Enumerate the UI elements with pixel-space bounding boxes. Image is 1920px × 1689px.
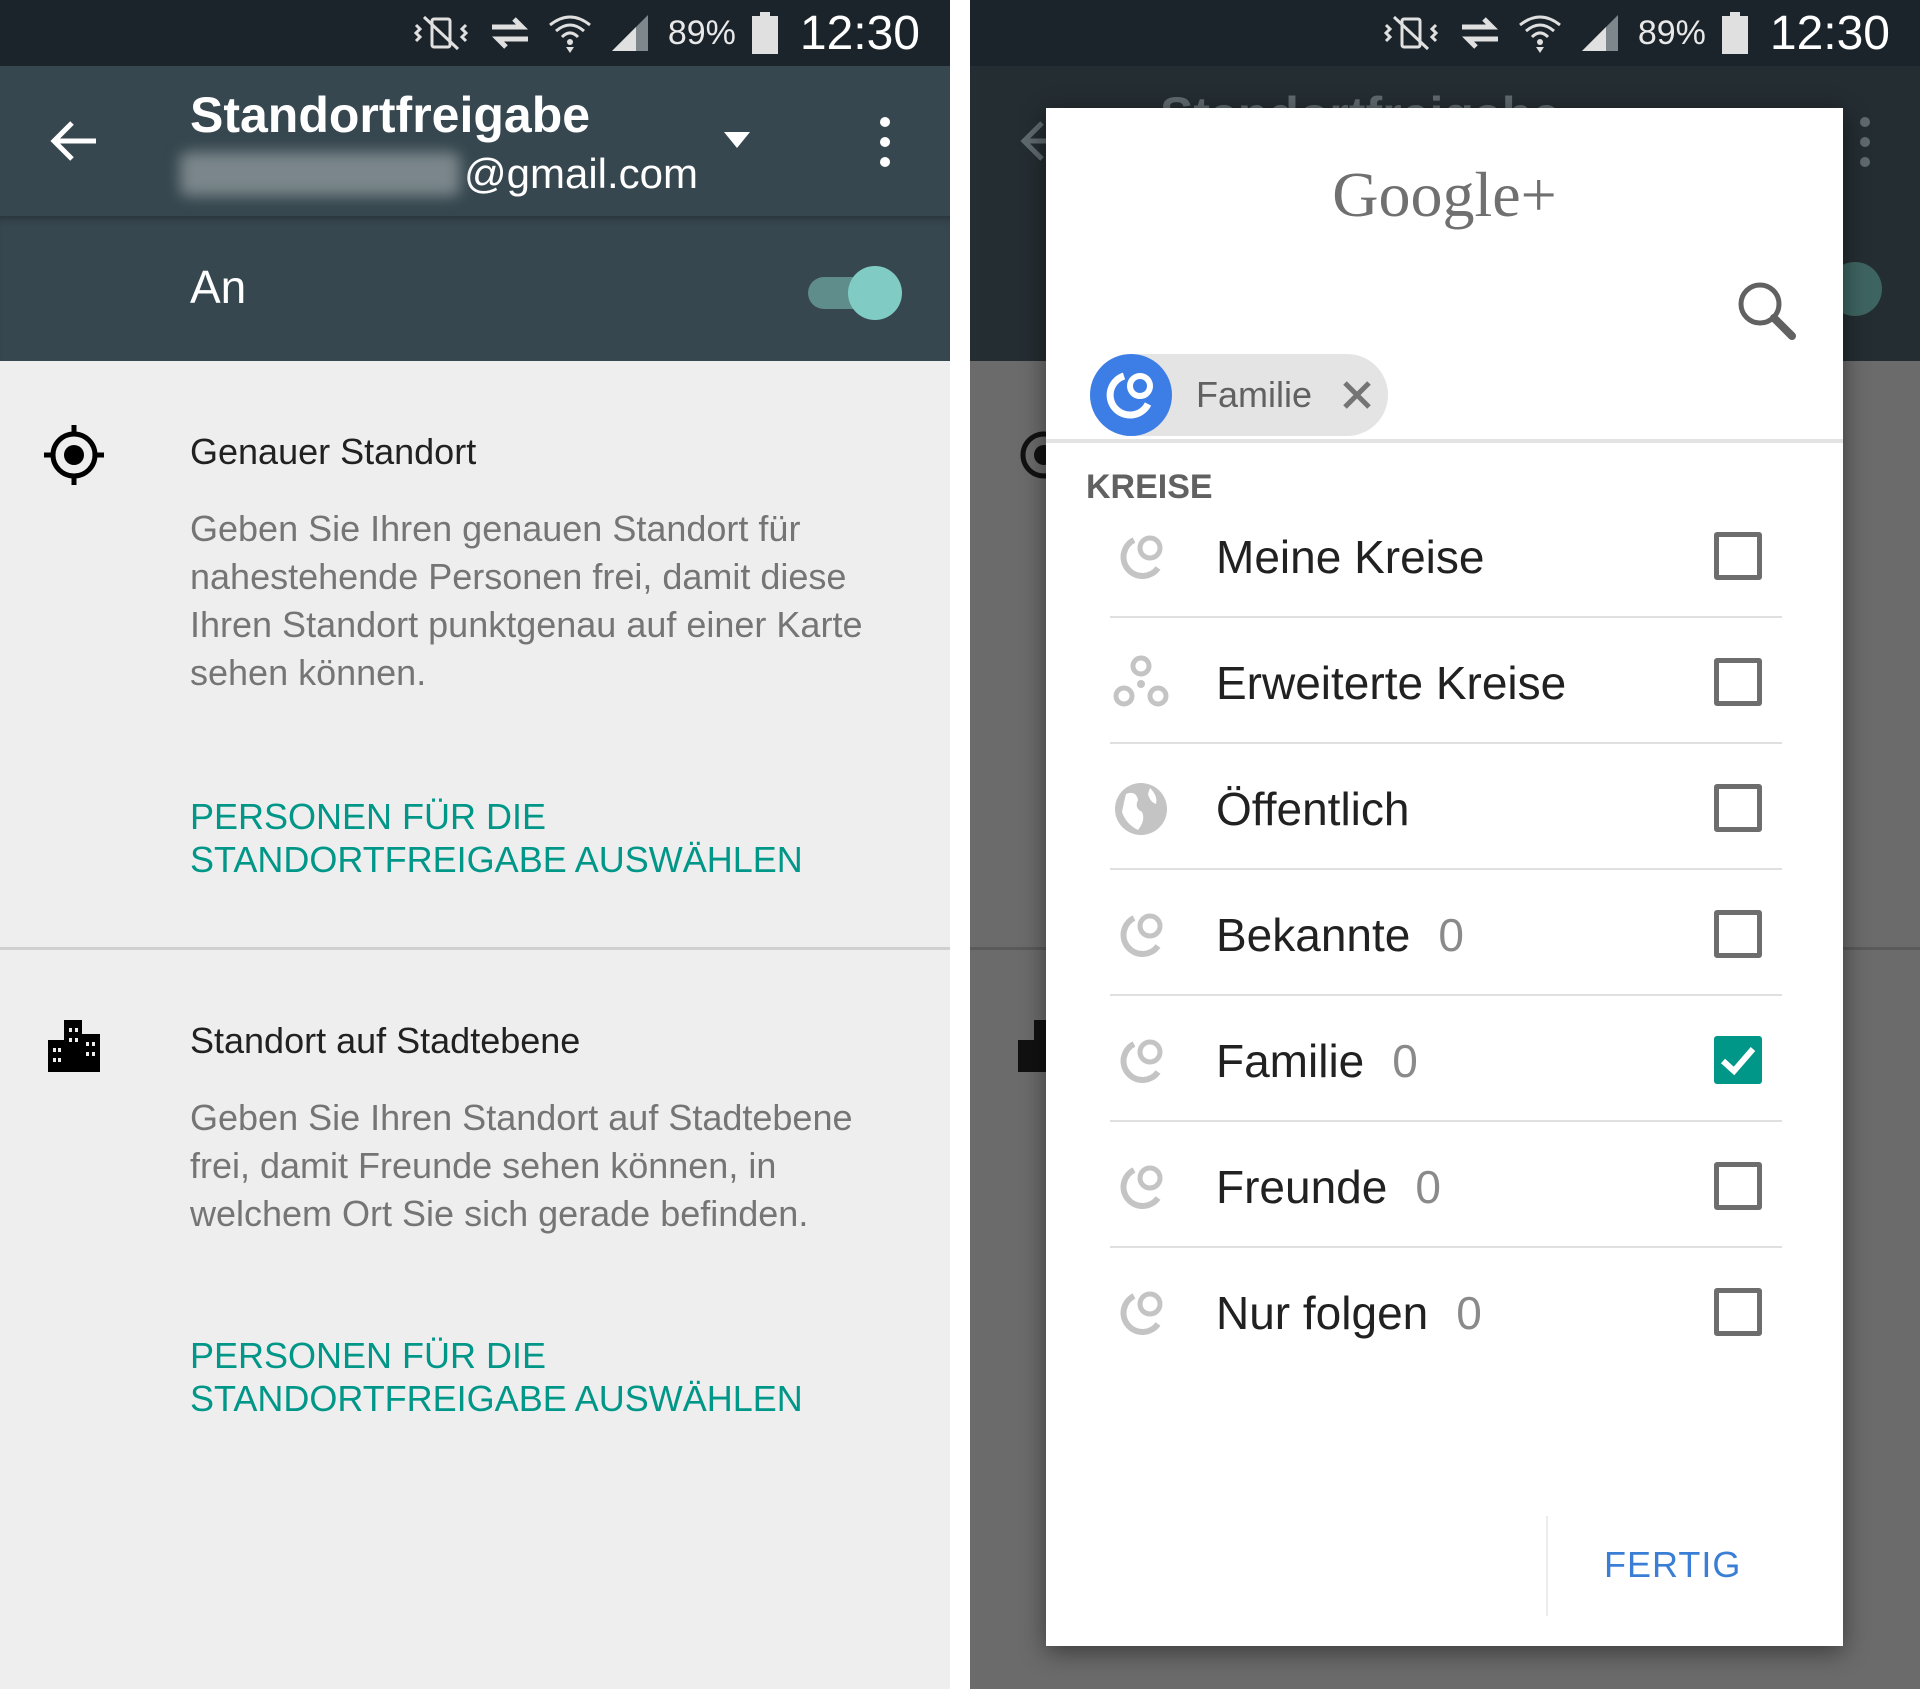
circle-count: 0 [1438,909,1464,961]
section-title: Standort auf Stadtebene [190,1020,581,1061]
select-people-link[interactable]: PERSONEN FÜR DIE STANDORTFREIGABE AUSWÄH… [190,795,910,881]
checkmark-icon [1720,1047,1756,1076]
vibrate-mute-icon [1383,15,1438,51]
circle-label: Öffentlich [1216,782,1437,836]
circle-name: Nur folgen [1216,1287,1429,1339]
circle-item-bekannte[interactable]: Bekannte 0 [1046,870,1843,996]
circle-item-familie[interactable]: Familie 0 [1046,996,1843,1122]
circle-picker-dialog: Google+ Familie KREISE Meine Kreise Erwe… [1046,108,1843,1646]
chip-label: Familie [1196,374,1313,415]
circle-name: Öffentlich [1216,783,1410,835]
overflow-menu-icon[interactable] [870,114,900,170]
circles-icon [1120,1039,1163,1083]
vibrate-mute-icon [413,15,468,51]
status-clock: 12:30 [799,6,920,60]
status-bar: 89% 12:30 [0,0,950,66]
extended-circles-icon [1113,655,1169,707]
done-button[interactable]: FERTIG [1604,1544,1741,1586]
page-title: Standortfreigabe [190,87,591,143]
battery-percentage: 89% [1637,13,1706,52]
battery-icon [751,12,778,54]
circle-checkbox[interactable] [1714,910,1762,958]
signal-icon [1581,15,1618,51]
toggle-thumb [848,266,902,320]
section-description: Geben Sie Ihren Standort auf Stadtebene … [190,1097,853,1234]
close-icon[interactable] [1340,378,1374,412]
globe-icon [1115,783,1167,835]
circle-count: 0 [1415,1161,1441,1213]
overflow-menu-icon [1860,117,1870,167]
location-sharing-toggle[interactable] [808,262,904,320]
account-email[interactable]: @gmail.com [180,150,698,198]
city-buildings-icon [48,1020,100,1072]
email-domain: @gmail.com [464,150,699,197]
circle-label: Freunde 0 [1216,1160,1441,1214]
circle-count: 0 [1392,1035,1418,1087]
circle-name: Freunde [1216,1161,1388,1213]
circle-checkbox[interactable] [1714,1162,1762,1210]
status-bar: 89% 12:30 [970,0,1920,66]
signal-icon [611,15,648,51]
circle-item-erweiterte-kreise[interactable]: Erweiterte Kreise [1046,618,1843,744]
data-transfer-icon [1461,17,1498,49]
circles-icon [1120,535,1163,579]
battery-percentage: 89% [667,13,736,52]
selected-circle-chip[interactable]: Familie [1090,354,1388,436]
app-toolbar: Standortfreigabe @gmail.com [0,66,950,216]
chip-divider [1046,439,1843,443]
circle-label: Nur folgen 0 [1216,1286,1482,1340]
master-switch-bar[interactable]: An [0,216,950,361]
section-description: Geben Sie Ihren genauen Standort für nah… [190,508,863,693]
section-divider [0,947,950,950]
location-sharing-screen: 89% 12:30 Standortfreigabe @gmail.com An [0,0,950,1689]
account-dropdown-icon[interactable] [722,130,752,150]
circle-name: Erweiterte Kreise [1216,657,1567,709]
circle-label: Familie 0 [1216,1034,1418,1088]
circle-label: Erweiterte Kreise [1216,656,1594,710]
circle-picker-screen: 89% 12:30 Standortfreigabe Google+ [970,0,1920,1689]
wifi-icon [1518,15,1561,53]
search-icon[interactable] [1734,278,1798,342]
google-plus-logo: Google+ [1332,159,1557,230]
circle-name: Meine Kreise [1216,531,1485,583]
battery-icon [1721,12,1748,54]
back-arrow-icon[interactable] [46,113,102,169]
switch-label: An [190,261,247,313]
circle-item-nur-folgen[interactable]: Nur folgen 0 [1046,1248,1843,1374]
circles-icon [1120,1165,1163,1209]
circle-item-oeffentlich[interactable]: Öffentlich [1046,744,1843,870]
status-clock: 12:30 [1769,6,1890,60]
circle-item-meine-kreise[interactable]: Meine Kreise [1046,492,1843,618]
data-transfer-icon [491,17,528,49]
wifi-icon [548,15,591,53]
circles-icon [1120,913,1163,957]
select-people-link[interactable]: PERSONEN FÜR DIE STANDORTFREIGABE AUSWÄH… [190,1334,910,1420]
gps-crosshair-icon [44,425,104,485]
circle-label: Meine Kreise [1216,530,1512,584]
circle-item-freunde[interactable]: Freunde 0 [1046,1122,1843,1248]
circle-checkbox[interactable] [1714,1288,1762,1336]
chip-avatar [1090,354,1172,436]
circle-checkbox-checked[interactable] [1714,1036,1762,1084]
circle-count: 0 [1456,1287,1482,1339]
button-separator [1546,1516,1548,1616]
section-title: Genauer Standort [190,431,477,472]
circle-name: Bekannte [1216,909,1411,961]
circle-checkbox[interactable] [1714,658,1762,706]
circles-icon [1106,372,1153,419]
circles-icon [1120,1291,1163,1335]
circle-checkbox[interactable] [1714,532,1762,580]
circle-label: Bekannte 0 [1216,908,1464,962]
blurred-email-name [180,152,460,196]
circle-checkbox[interactable] [1714,784,1762,832]
circle-name: Familie [1216,1035,1365,1087]
